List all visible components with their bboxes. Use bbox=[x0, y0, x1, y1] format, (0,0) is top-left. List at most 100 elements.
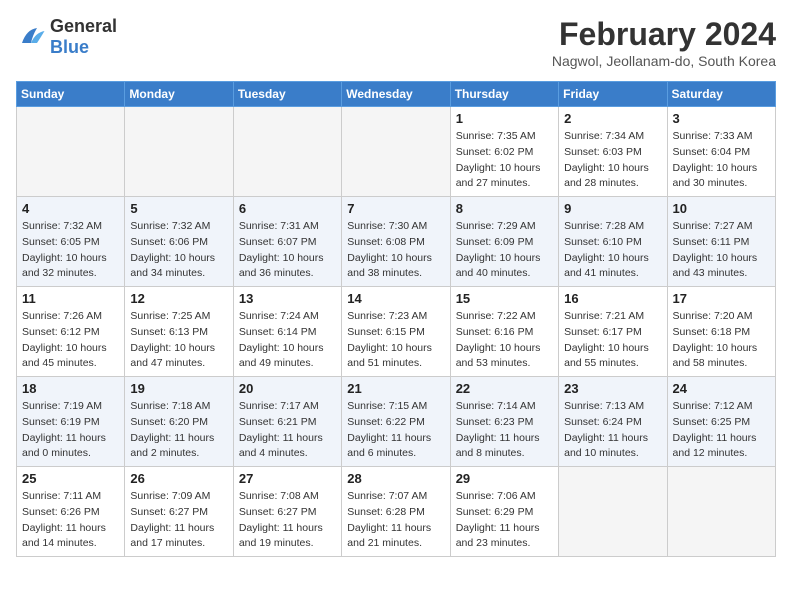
day-number: 14 bbox=[347, 291, 444, 306]
day-info: Sunrise: 7:29 AMSunset: 6:09 PMDaylight:… bbox=[456, 219, 553, 282]
day-info: Sunrise: 7:06 AMSunset: 6:29 PMDaylight:… bbox=[456, 489, 553, 552]
day-number: 10 bbox=[673, 201, 770, 216]
calendar-cell: 18Sunrise: 7:19 AMSunset: 6:19 PMDayligh… bbox=[17, 377, 125, 467]
day-info: Sunrise: 7:24 AMSunset: 6:14 PMDaylight:… bbox=[239, 309, 336, 372]
calendar-cell: 23 Sunrise: 7:13 AMSunset: 6:24 PMDayligh… bbox=[559, 377, 667, 467]
day-number: 16 bbox=[564, 291, 661, 306]
calendar-cell: 22Sunrise: 7:14 AMSunset: 6:23 PMDayligh… bbox=[450, 377, 558, 467]
day-number: 8 bbox=[456, 201, 553, 216]
day-number: 28 bbox=[347, 471, 444, 486]
weekday-header-thursday: Thursday bbox=[450, 82, 558, 107]
day-number: 12 bbox=[130, 291, 227, 306]
weekday-header-wednesday: Wednesday bbox=[342, 82, 450, 107]
calendar-cell: 16Sunrise: 7:21 AMSunset: 6:17 PMDayligh… bbox=[559, 287, 667, 377]
day-info: Sunrise: 7:22 AMSunset: 6:16 PMDaylight:… bbox=[456, 309, 553, 372]
location-subtitle: Nagwol, Jeollanam-do, South Korea bbox=[552, 53, 776, 69]
weekday-header-sunday: Sunday bbox=[17, 82, 125, 107]
calendar-cell: 19 Sunrise: 7:18 AMSunset: 6:20 PMDayligh… bbox=[125, 377, 233, 467]
calendar-cell: 11Sunrise: 7:26 AMSunset: 6:12 PMDayligh… bbox=[17, 287, 125, 377]
day-info: Sunrise: 7:35 AMSunset: 6:02 PMDaylight:… bbox=[456, 129, 553, 192]
day-info: Sunrise: 7:31 AMSunset: 6:07 PMDaylight:… bbox=[239, 219, 336, 282]
calendar-cell: 2 Sunrise: 7:34 AMSunset: 6:03 PMDaylight… bbox=[559, 107, 667, 197]
calendar-cell bbox=[17, 107, 125, 197]
day-info: Sunrise: 7:19 AMSunset: 6:19 PMDaylight:… bbox=[22, 399, 119, 462]
calendar-cell: 14 Sunrise: 7:23 AMSunset: 6:15 PMDayligh… bbox=[342, 287, 450, 377]
day-number: 5 bbox=[130, 201, 227, 216]
calendar-cell: 6 Sunrise: 7:31 AMSunset: 6:07 PMDaylight… bbox=[233, 197, 341, 287]
calendar-cell: 13 Sunrise: 7:24 AMSunset: 6:14 PMDayligh… bbox=[233, 287, 341, 377]
calendar-cell: 4Sunrise: 7:32 AMSunset: 6:05 PMDaylight… bbox=[17, 197, 125, 287]
logo-text: General Blue bbox=[50, 16, 117, 58]
calendar-cell: 8 Sunrise: 7:29 AMSunset: 6:09 PMDaylight… bbox=[450, 197, 558, 287]
day-info: Sunrise: 7:27 AMSunset: 6:11 PMDaylight:… bbox=[673, 219, 770, 282]
day-info: Sunrise: 7:15 AMSunset: 6:22 PMDaylight:… bbox=[347, 399, 444, 462]
day-info: Sunrise: 7:17 AMSunset: 6:21 PMDaylight:… bbox=[239, 399, 336, 462]
calendar-cell: 25 Sunrise: 7:11 AMSunset: 6:26 PMDayligh… bbox=[17, 467, 125, 557]
day-info: Sunrise: 7:11 AMSunset: 6:26 PMDaylight:… bbox=[22, 489, 119, 552]
page-header: General Blue February 2024 Nagwol, Jeoll… bbox=[16, 16, 776, 69]
day-number: 29 bbox=[456, 471, 553, 486]
day-number: 26 bbox=[130, 471, 227, 486]
calendar-cell: 9Sunrise: 7:28 AMSunset: 6:10 PMDaylight… bbox=[559, 197, 667, 287]
calendar-cell: 5 Sunrise: 7:32 AMSunset: 6:06 PMDaylight… bbox=[125, 197, 233, 287]
day-number: 19 bbox=[130, 381, 227, 396]
day-number: 1 bbox=[456, 111, 553, 126]
logo: General Blue bbox=[16, 16, 117, 58]
day-info: Sunrise: 7:32 AMSunset: 6:06 PMDaylight:… bbox=[130, 219, 227, 282]
day-info: Sunrise: 7:08 AMSunset: 6:27 PMDaylight:… bbox=[239, 489, 336, 552]
day-number: 11 bbox=[22, 291, 119, 306]
month-year-title: February 2024 bbox=[552, 16, 776, 53]
day-number: 22 bbox=[456, 381, 553, 396]
day-info: Sunrise: 7:23 AMSunset: 6:15 PMDaylight:… bbox=[347, 309, 444, 372]
day-info: Sunrise: 7:33 AMSunset: 6:04 PMDaylight:… bbox=[673, 129, 770, 192]
day-number: 4 bbox=[22, 201, 119, 216]
calendar-cell: 15 Sunrise: 7:22 AMSunset: 6:16 PMDayligh… bbox=[450, 287, 558, 377]
day-number: 7 bbox=[347, 201, 444, 216]
day-number: 15 bbox=[456, 291, 553, 306]
weekday-header-row: SundayMondayTuesdayWednesdayThursdayFrid… bbox=[17, 82, 776, 107]
day-info: Sunrise: 7:20 AMSunset: 6:18 PMDaylight:… bbox=[673, 309, 770, 372]
calendar-cell bbox=[125, 107, 233, 197]
calendar-cell bbox=[233, 107, 341, 197]
day-number: 23 bbox=[564, 381, 661, 396]
day-number: 13 bbox=[239, 291, 336, 306]
day-number: 6 bbox=[239, 201, 336, 216]
day-number: 3 bbox=[673, 111, 770, 126]
calendar-cell: 24 Sunrise: 7:12 AMSunset: 6:25 PMDayligh… bbox=[667, 377, 775, 467]
calendar-cell: 3 Sunrise: 7:33 AMSunset: 6:04 PMDaylight… bbox=[667, 107, 775, 197]
weekday-header-saturday: Saturday bbox=[667, 82, 775, 107]
day-info: Sunrise: 7:13 AMSunset: 6:24 PMDaylight:… bbox=[564, 399, 661, 462]
day-number: 17 bbox=[673, 291, 770, 306]
calendar-week-row: 18Sunrise: 7:19 AMSunset: 6:19 PMDayligh… bbox=[17, 377, 776, 467]
day-number: 27 bbox=[239, 471, 336, 486]
weekday-header-tuesday: Tuesday bbox=[233, 82, 341, 107]
day-number: 21 bbox=[347, 381, 444, 396]
calendar-week-row: 25 Sunrise: 7:11 AMSunset: 6:26 PMDayligh… bbox=[17, 467, 776, 557]
day-info: Sunrise: 7:34 AMSunset: 6:03 PMDaylight:… bbox=[564, 129, 661, 192]
logo-bird-icon bbox=[16, 22, 46, 52]
calendar-week-row: 4Sunrise: 7:32 AMSunset: 6:05 PMDaylight… bbox=[17, 197, 776, 287]
calendar-cell: 21 Sunrise: 7:15 AMSunset: 6:22 PMDayligh… bbox=[342, 377, 450, 467]
calendar-cell: 17 Sunrise: 7:20 AMSunset: 6:18 PMDayligh… bbox=[667, 287, 775, 377]
day-info: Sunrise: 7:28 AMSunset: 6:10 PMDaylight:… bbox=[564, 219, 661, 282]
calendar-cell: 1 Sunrise: 7:35 AMSunset: 6:02 PMDaylight… bbox=[450, 107, 558, 197]
calendar-cell bbox=[342, 107, 450, 197]
day-number: 2 bbox=[564, 111, 661, 126]
calendar-cell bbox=[667, 467, 775, 557]
day-number: 20 bbox=[239, 381, 336, 396]
day-number: 24 bbox=[673, 381, 770, 396]
calendar-cell: 28Sunrise: 7:07 AMSunset: 6:28 PMDayligh… bbox=[342, 467, 450, 557]
calendar-week-row: 1 Sunrise: 7:35 AMSunset: 6:02 PMDaylight… bbox=[17, 107, 776, 197]
weekday-header-friday: Friday bbox=[559, 82, 667, 107]
calendar-cell bbox=[559, 467, 667, 557]
day-info: Sunrise: 7:18 AMSunset: 6:20 PMDaylight:… bbox=[130, 399, 227, 462]
calendar-cell: 26 Sunrise: 7:09 AMSunset: 6:27 PMDayligh… bbox=[125, 467, 233, 557]
day-info: Sunrise: 7:12 AMSunset: 6:25 PMDaylight:… bbox=[673, 399, 770, 462]
calendar-cell: 29 Sunrise: 7:06 AMSunset: 6:29 PMDayligh… bbox=[450, 467, 558, 557]
calendar-cell: 10 Sunrise: 7:27 AMSunset: 6:11 PMDayligh… bbox=[667, 197, 775, 287]
title-block: February 2024 Nagwol, Jeollanam-do, Sout… bbox=[552, 16, 776, 69]
day-info: Sunrise: 7:09 AMSunset: 6:27 PMDaylight:… bbox=[130, 489, 227, 552]
day-info: Sunrise: 7:25 AMSunset: 6:13 PMDaylight:… bbox=[130, 309, 227, 372]
day-number: 25 bbox=[22, 471, 119, 486]
calendar-cell: 27 Sunrise: 7:08 AMSunset: 6:27 PMDayligh… bbox=[233, 467, 341, 557]
